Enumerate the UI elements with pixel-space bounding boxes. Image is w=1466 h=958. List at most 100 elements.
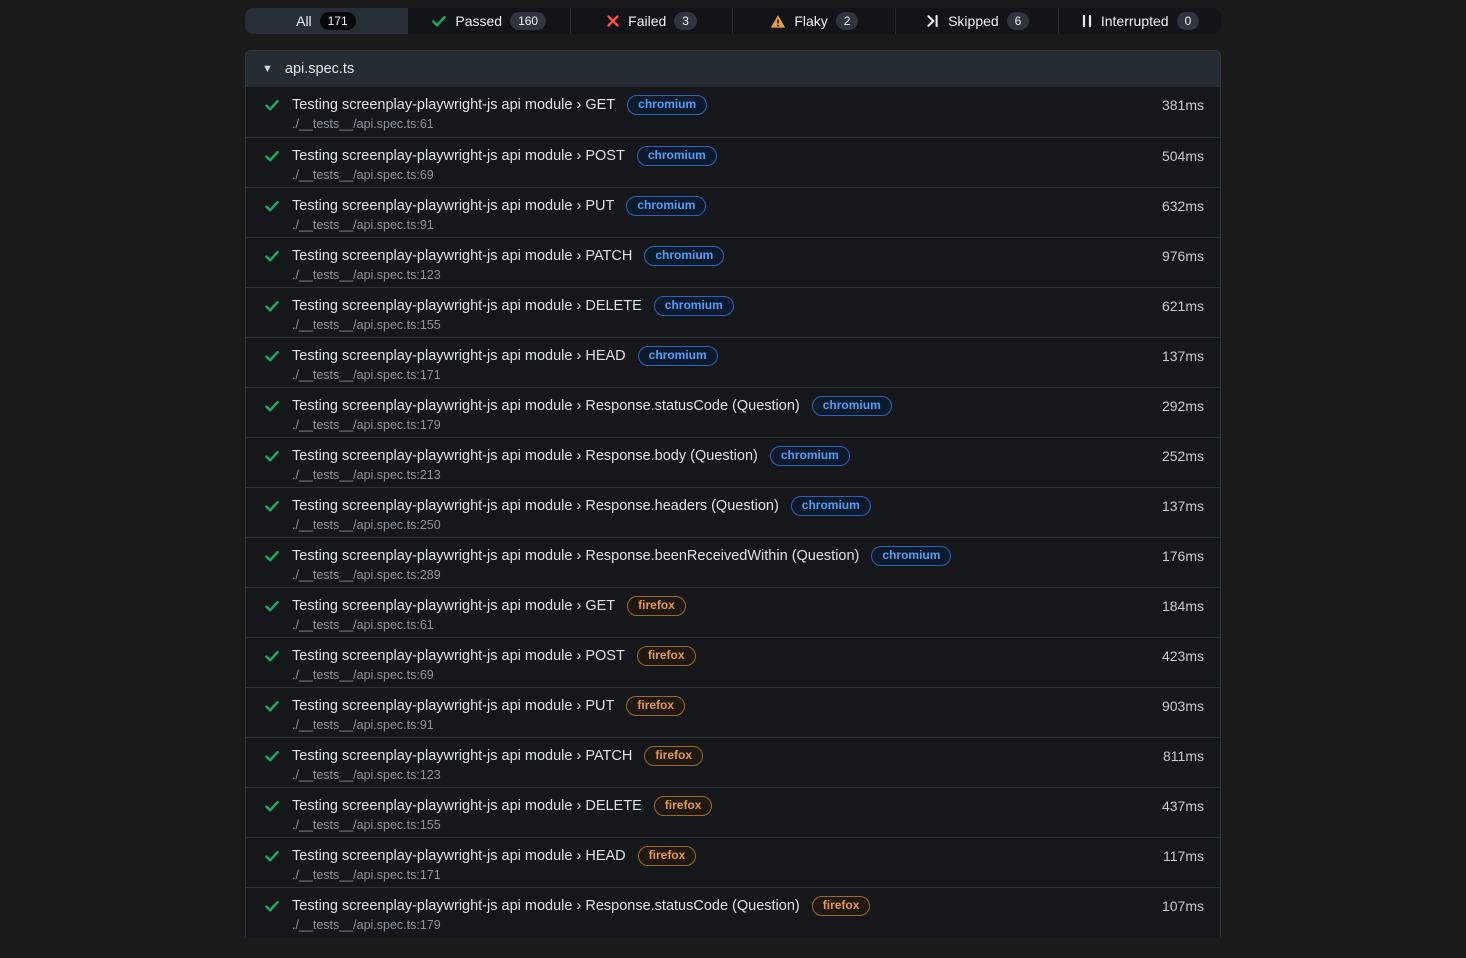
passed-check-icon: [264, 548, 280, 564]
chromium-browser-badge: chromium: [626, 196, 706, 216]
status-filter-tabs: All 171 Passed 160 Failed 3 Flaky 2 Skip…: [245, 8, 1221, 34]
test-row[interactable]: Testing screenplay-playwright-js api mod…: [246, 837, 1220, 887]
test-row[interactable]: Testing screenplay-playwright-js api mod…: [246, 437, 1220, 487]
test-duration: 381ms: [1162, 97, 1204, 113]
pause-icon: [1081, 14, 1093, 28]
file-group-header[interactable]: ▼ api.spec.ts: [246, 51, 1220, 87]
filter-tab-interrupted[interactable]: Interrupted 0: [1059, 8, 1221, 34]
filter-tab-passed[interactable]: Passed 160: [408, 8, 571, 34]
test-duration: 423ms: [1162, 648, 1204, 664]
test-row[interactable]: Testing screenplay-playwright-js api mod…: [246, 687, 1220, 737]
test-duration: 137ms: [1162, 348, 1204, 364]
test-row[interactable]: Testing screenplay-playwright-js api mod…: [246, 287, 1220, 337]
test-row[interactable]: Testing screenplay-playwright-js api mod…: [246, 137, 1220, 187]
passed-check-icon: [264, 148, 280, 164]
firefox-browser-badge: firefox: [637, 646, 696, 666]
chromium-browser-badge: chromium: [871, 546, 951, 566]
passed-check-icon: [264, 898, 280, 914]
test-title: Testing screenplay-playwright-js api mod…: [292, 248, 632, 264]
passed-check-icon: [264, 248, 280, 264]
filter-tab-label: Failed: [628, 13, 666, 29]
test-file-path: ./__tests__/api.spec.ts:91: [292, 718, 1220, 732]
test-title: Testing screenplay-playwright-js api mod…: [292, 798, 642, 814]
passed-check-icon: [264, 198, 280, 214]
test-title: Testing screenplay-playwright-js api mod…: [292, 548, 859, 564]
file-group-name: api.spec.ts: [285, 61, 354, 77]
filter-tab-label: Interrupted: [1101, 13, 1169, 29]
chromium-browser-badge: chromium: [644, 246, 724, 266]
test-title: Testing screenplay-playwright-js api mod…: [292, 848, 626, 864]
filter-tab-count: 2: [836, 12, 859, 30]
test-title: Testing screenplay-playwright-js api mod…: [292, 97, 615, 113]
test-file-path: ./__tests__/api.spec.ts:123: [292, 768, 1220, 782]
filter-tab-label: All: [296, 13, 312, 29]
chromium-browser-badge: chromium: [770, 446, 850, 466]
chromium-browser-badge: chromium: [637, 146, 717, 166]
firefox-browser-badge: firefox: [627, 596, 686, 616]
passed-check-icon: [264, 748, 280, 764]
test-file-path: ./__tests__/api.spec.ts:123: [292, 268, 1220, 282]
test-row[interactable]: Testing screenplay-playwright-js api mod…: [246, 187, 1220, 237]
test-duration: 437ms: [1162, 798, 1204, 814]
filter-tab-skipped[interactable]: Skipped 6: [896, 8, 1059, 34]
test-row[interactable]: Testing screenplay-playwright-js api mod…: [246, 387, 1220, 437]
firefox-browser-badge: firefox: [644, 746, 703, 766]
passed-check-icon: [264, 848, 280, 864]
test-duration: 252ms: [1162, 448, 1204, 464]
filter-tab-count: 3: [674, 12, 697, 30]
filter-tab-count: 171: [320, 12, 356, 30]
cross-icon: [606, 14, 620, 28]
firefox-browser-badge: firefox: [812, 896, 871, 916]
test-row[interactable]: Testing screenplay-playwright-js api mod…: [246, 887, 1220, 937]
test-title: Testing screenplay-playwright-js api mod…: [292, 348, 626, 364]
test-file-path: ./__tests__/api.spec.ts:69: [292, 168, 1220, 182]
filter-tab-all[interactable]: All 171: [245, 8, 408, 34]
test-file-path: ./__tests__/api.spec.ts:155: [292, 818, 1220, 832]
passed-check-icon: [264, 598, 280, 614]
test-row[interactable]: Testing screenplay-playwright-js api mod…: [246, 337, 1220, 387]
test-file-path: ./__tests__/api.spec.ts:155: [292, 318, 1220, 332]
filter-tab-label: Passed: [455, 13, 502, 29]
test-row[interactable]: Testing screenplay-playwright-js api mod…: [246, 637, 1220, 687]
test-row[interactable]: Testing screenplay-playwright-js api mod…: [246, 487, 1220, 537]
chromium-browser-badge: chromium: [627, 95, 707, 115]
test-duration: 632ms: [1162, 198, 1204, 214]
test-duration: 976ms: [1162, 248, 1204, 264]
filter-tab-count: 0: [1177, 12, 1200, 30]
chromium-browser-badge: chromium: [791, 496, 871, 516]
report-container: All 171 Passed 160 Failed 3 Flaky 2 Skip…: [245, 8, 1221, 937]
passed-check-icon: [264, 348, 280, 364]
test-row[interactable]: Testing screenplay-playwright-js api mod…: [246, 737, 1220, 787]
filter-tab-label: Flaky: [794, 13, 827, 29]
chromium-browser-badge: chromium: [812, 396, 892, 416]
test-title: Testing screenplay-playwright-js api mod…: [292, 698, 614, 714]
test-title: Testing screenplay-playwright-js api mod…: [292, 448, 758, 464]
test-row[interactable]: Testing screenplay-playwright-js api mod…: [246, 787, 1220, 837]
test-row[interactable]: Testing screenplay-playwright-js api mod…: [246, 237, 1220, 287]
filter-tab-failed[interactable]: Failed 3: [571, 8, 734, 34]
test-file-path: ./__tests__/api.spec.ts:289: [292, 568, 1220, 582]
test-duration: 137ms: [1162, 498, 1204, 514]
test-file-path: ./__tests__/api.spec.ts:179: [292, 918, 1220, 932]
filter-tab-flaky[interactable]: Flaky 2: [733, 8, 896, 34]
test-file-path: ./__tests__/api.spec.ts:61: [292, 618, 1220, 632]
test-file-path: ./__tests__/api.spec.ts:213: [292, 468, 1220, 482]
test-row[interactable]: Testing screenplay-playwright-js api mod…: [246, 587, 1220, 637]
test-duration: 107ms: [1162, 898, 1204, 914]
test-duration: 504ms: [1162, 148, 1204, 164]
test-duration: 176ms: [1162, 548, 1204, 564]
passed-check-icon: [264, 398, 280, 414]
filter-tab-count: 160: [510, 12, 546, 30]
test-title: Testing screenplay-playwright-js api mod…: [292, 198, 614, 214]
filter-tab-label: Skipped: [948, 13, 999, 29]
test-title: Testing screenplay-playwright-js api mod…: [292, 748, 632, 764]
test-row[interactable]: Testing screenplay-playwright-js api mod…: [246, 537, 1220, 587]
test-duration: 621ms: [1162, 298, 1204, 314]
test-file-path: ./__tests__/api.spec.ts:61: [292, 117, 1220, 131]
passed-check-icon: [264, 448, 280, 464]
test-title: Testing screenplay-playwright-js api mod…: [292, 398, 800, 414]
test-row[interactable]: Testing screenplay-playwright-js api mod…: [246, 87, 1220, 137]
test-rows-list: Testing screenplay-playwright-js api mod…: [246, 87, 1220, 937]
test-file-path: ./__tests__/api.spec.ts:69: [292, 668, 1220, 682]
passed-check-icon: [264, 298, 280, 314]
